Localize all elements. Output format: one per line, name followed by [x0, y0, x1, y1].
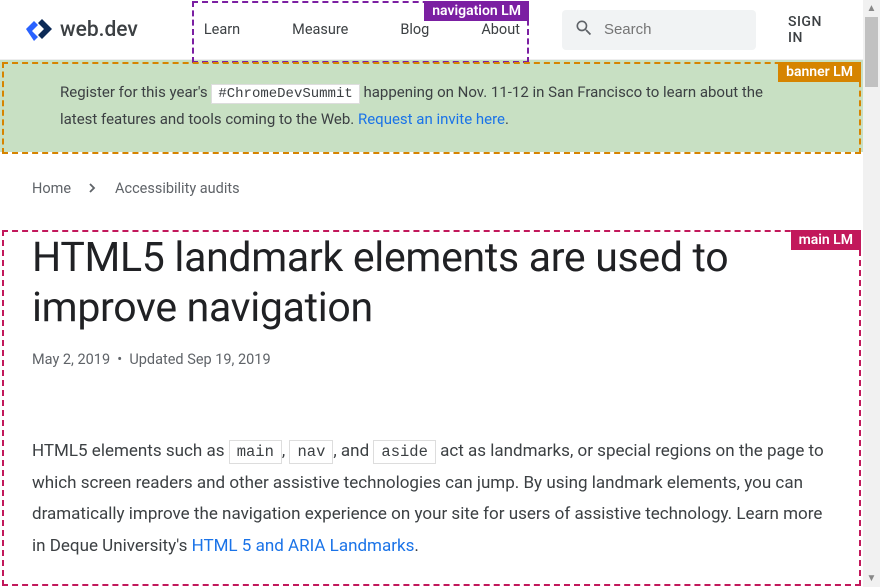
signin-button[interactable]: SIGN IN [788, 14, 839, 46]
scroll-up-icon[interactable]: ▲ [863, 0, 880, 17]
body-text: . [414, 536, 418, 556]
breadcrumb-current[interactable]: Accessibility audits [115, 180, 240, 197]
body-text: , and [333, 441, 373, 461]
code-nav: nav [289, 440, 333, 464]
banner-hashtag: #ChromeDevSummit [211, 84, 359, 104]
promo-banner: Register for this year's #ChromeDevSummi… [0, 60, 863, 152]
page-title: HTML5 landmark elements are used to impr… [32, 233, 831, 333]
primary-nav: Learn Measure Blog About [178, 0, 546, 59]
scroll-down-icon[interactable]: ▼ [863, 570, 880, 587]
banner-text-pre: Register for this year's [60, 83, 211, 101]
date-published: May 2, 2019 [32, 351, 110, 368]
header: web.dev Learn Measure Blog About SIGN IN [0, 0, 863, 60]
date-updated: Sep 19, 2019 [187, 351, 270, 368]
nav-learn[interactable]: Learn [178, 0, 266, 59]
search-icon [574, 18, 594, 42]
nav-measure[interactable]: Measure [266, 0, 374, 59]
breadcrumb-home[interactable]: Home [32, 180, 71, 197]
body-text: HTML5 elements such as [32, 441, 229, 461]
webdev-logo-icon [24, 19, 52, 41]
chevron-right-icon [89, 181, 97, 197]
main-content: Home Accessibility audits HTML5 landmark… [0, 152, 863, 562]
nav-about[interactable]: About [455, 0, 546, 59]
code-aside: aside [373, 440, 436, 464]
article-paragraph: HTML5 elements such as main, nav, and as… [32, 436, 831, 562]
logo[interactable]: web.dev [24, 18, 138, 42]
banner-text-post: . [505, 110, 509, 128]
search-box[interactable] [562, 10, 756, 50]
deque-link[interactable]: HTML 5 and ARIA Landmarks [192, 536, 415, 556]
banner-invite-link[interactable]: Request an invite here [358, 110, 505, 128]
article-dates: May 2, 2019 • Updated Sep 19, 2019 [32, 351, 831, 368]
breadcrumb: Home Accessibility audits [32, 180, 831, 197]
scrollbar[interactable]: ▲ ▼ [863, 0, 880, 587]
date-updated-label: Updated [129, 351, 183, 368]
search-input[interactable] [604, 21, 744, 38]
code-main: main [229, 440, 282, 464]
scrollbar-thumb[interactable] [865, 17, 878, 87]
logo-text: web.dev [60, 18, 138, 42]
nav-blog[interactable]: Blog [374, 0, 455, 59]
